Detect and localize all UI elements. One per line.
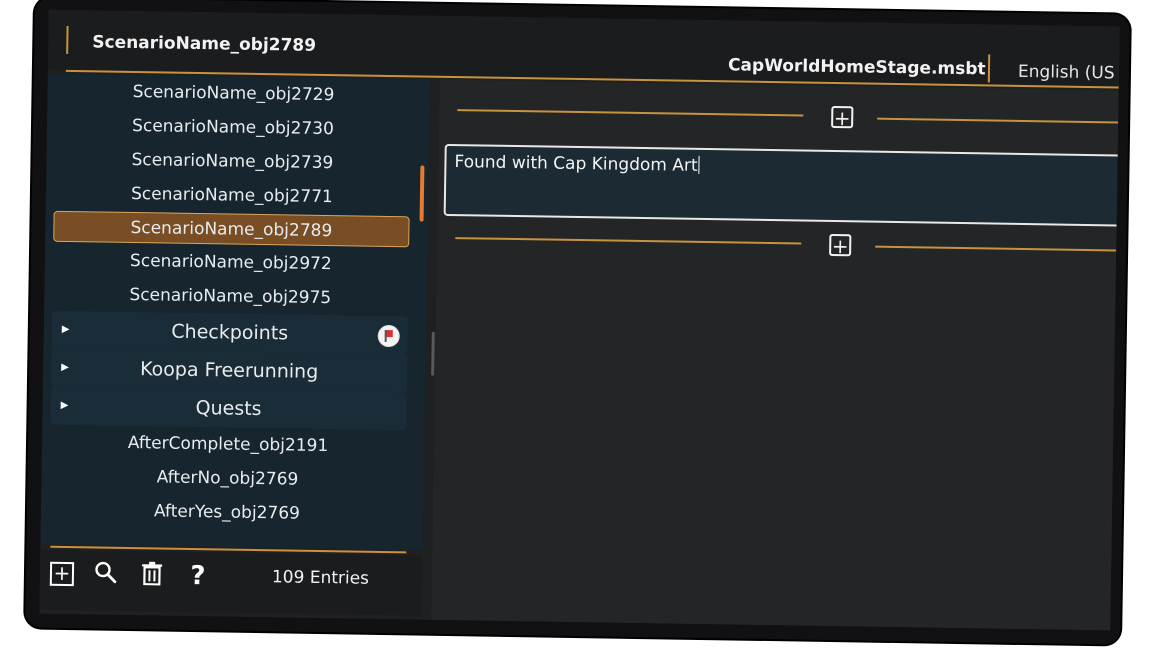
message-text: Found with Cap Kingdom Art — [454, 152, 698, 176]
header-divider — [987, 54, 991, 83]
entry-list-panel: ScenarioName_obj2729 ScenarioName_obj273… — [40, 73, 435, 550]
category-label: Quests — [195, 397, 262, 421]
header-bar: ScenarioName_obj2789 CapWorldHomeStage.m… — [47, 9, 1120, 89]
list-item[interactable]: ScenarioName_obj2771 — [53, 175, 411, 216]
list-scrollbar-thumb[interactable] — [419, 165, 425, 222]
header-accent-bar — [66, 25, 69, 54]
list-toolbar: + ? 109 Entries — [39, 549, 423, 616]
help-icon[interactable]: ? — [184, 561, 212, 591]
insert-divider-right — [877, 117, 1119, 124]
insert-divider-left — [457, 109, 804, 117]
insert-divider-left — [455, 237, 802, 245]
list-item[interactable]: ScenarioName_obj2729 — [55, 73, 412, 114]
list-item[interactable]: AfterYes_obj2769 — [48, 492, 406, 533]
expand-arrow-icon: ▶ — [61, 323, 70, 336]
language-selector[interactable]: English (US — [1018, 62, 1115, 84]
category-label: Checkpoints — [171, 320, 289, 345]
search-icon[interactable] — [92, 560, 120, 588]
trash-icon[interactable] — [138, 561, 166, 589]
text-editor-panel: + Found with Cap Kingdom Art + — [431, 79, 1120, 631]
device-frame: ScenarioName_obj2789 CapWorldHomeStage.m… — [25, 0, 1130, 645]
list-item-selected[interactable]: ScenarioName_obj2789 — [53, 210, 410, 248]
entry-count: 109 Entries — [271, 567, 370, 589]
list-item[interactable]: ScenarioName_obj2975 — [52, 276, 409, 317]
app-screen: ScenarioName_obj2789 CapWorldHomeStage.m… — [39, 9, 1120, 631]
list-item[interactable]: ScenarioName_obj2972 — [52, 242, 410, 283]
entry-list: ScenarioName_obj2729 ScenarioName_obj273… — [41, 73, 418, 533]
category-label: Koopa Freerunning — [139, 358, 319, 383]
category-koopa-freerunning[interactable]: ▶ Koopa Freerunning — [50, 348, 408, 393]
text-caret — [698, 155, 700, 174]
category-checkpoints[interactable]: ▶ Checkpoints — [51, 310, 409, 355]
list-item[interactable]: AfterComplete_obj2191 — [49, 424, 407, 465]
category-quests[interactable]: ▶ Quests — [50, 386, 407, 431]
list-item[interactable]: AfterNo_obj2769 — [49, 458, 406, 499]
expand-arrow-icon: ▶ — [60, 399, 69, 412]
add-above-button[interactable]: + — [831, 105, 854, 130]
insert-divider-right — [875, 245, 1117, 252]
list-item[interactable]: ScenarioName_obj2730 — [54, 107, 412, 148]
file-name: CapWorldHomeStage.msbt — [727, 55, 986, 80]
expand-arrow-icon: ▶ — [61, 361, 69, 374]
add-below-button[interactable]: + — [829, 233, 852, 258]
message-text-input[interactable]: Found with Cap Kingdom Art — [443, 143, 1120, 227]
entry-title: ScenarioName_obj2789 — [92, 32, 317, 56]
list-item[interactable]: ScenarioName_obj2739 — [54, 141, 411, 182]
flag-icon — [377, 324, 400, 348]
add-icon[interactable]: + — [49, 561, 75, 587]
